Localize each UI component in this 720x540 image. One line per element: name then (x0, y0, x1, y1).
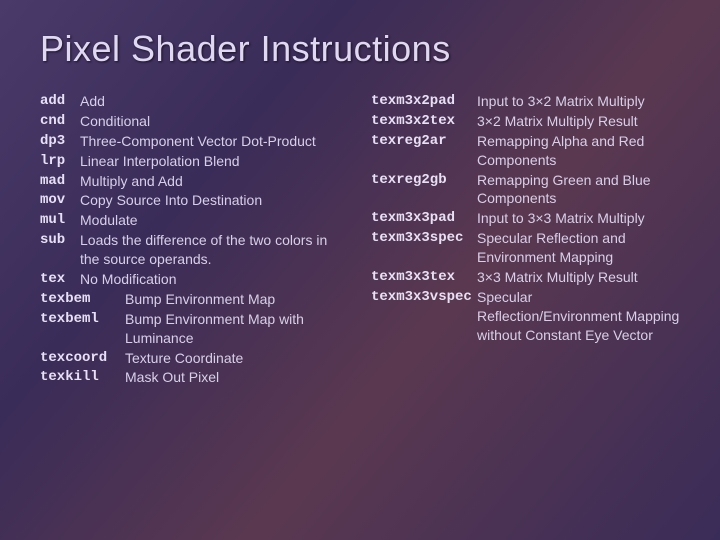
instr-row: texkill Mask Out Pixel (40, 368, 349, 387)
description: Multiply and Add (80, 172, 183, 191)
mnemonic: dp3 (40, 132, 80, 151)
mnemonic: texcoord (40, 349, 125, 368)
instr-row: texm3x3tex 3×3 Matrix Multiply Result (371, 268, 680, 287)
description: Conditional (80, 112, 150, 131)
description: Modulate (80, 211, 138, 230)
mnemonic: texbeml (40, 310, 125, 348)
mnemonic: texm3x2pad (371, 92, 477, 111)
description: Specular Reflection/Environment Mapping … (477, 288, 680, 345)
mnemonic: texm3x2tex (371, 112, 477, 131)
description: Input to 3×2 Matrix Multiply (477, 92, 645, 111)
mnemonic: texreg2gb (371, 171, 477, 209)
description: Linear Interpolation Blend (80, 152, 240, 171)
instr-row: tex No Modification (40, 270, 349, 289)
description: Specular Reflection and Environment Mapp… (477, 229, 680, 267)
instr-row: texreg2ar Remapping Alpha and Red Compon… (371, 132, 680, 170)
description: Copy Source Into Destination (80, 191, 262, 210)
instr-row: texm3x3spec Specular Reflection and Envi… (371, 229, 680, 267)
description: Mask Out Pixel (125, 368, 219, 387)
instr-row: texm3x3vspec Specular Reflection/Environ… (371, 288, 680, 345)
instr-row: sub Loads the difference of the two colo… (40, 231, 349, 269)
instr-row: texm3x2tex 3×2 Matrix Multiply Result (371, 112, 680, 131)
instr-row: texreg2gb Remapping Green and Blue Compo… (371, 171, 680, 209)
mnemonic: texm3x3spec (371, 229, 477, 267)
slide-title: Pixel Shader Instructions (40, 28, 680, 70)
description: Bump Environment Map (125, 290, 275, 309)
mnemonic: texkill (40, 368, 125, 387)
instr-row: mad Multiply and Add (40, 172, 349, 191)
mnemonic: texm3x3tex (371, 268, 477, 287)
instr-row: texbem Bump Environment Map (40, 290, 349, 309)
instr-row: texm3x2pad Input to 3×2 Matrix Multiply (371, 92, 680, 111)
mnemonic: mul (40, 211, 80, 230)
mnemonic: texbem (40, 290, 125, 309)
description: Texture Coordinate (125, 349, 243, 368)
description: Input to 3×3 Matrix Multiply (477, 209, 645, 228)
left-column: add Add cnd Conditional dp3 Three-Compon… (40, 92, 349, 388)
mnemonic: lrp (40, 152, 80, 171)
description: Remapping Alpha and Red Components (477, 132, 680, 170)
mnemonic: texm3x3pad (371, 209, 477, 228)
instr-row: mov Copy Source Into Destination (40, 191, 349, 210)
description: Loads the difference of the two colors i… (80, 231, 349, 269)
mnemonic: texm3x3vspec (371, 288, 477, 345)
instr-row: texcoord Texture Coordinate (40, 349, 349, 368)
columns: add Add cnd Conditional dp3 Three-Compon… (40, 92, 680, 388)
mnemonic: texreg2ar (371, 132, 477, 170)
mnemonic: cnd (40, 112, 80, 131)
description: Bump Environment Map with Luminance (125, 310, 349, 348)
description: Remapping Green and Blue Components (477, 171, 680, 209)
instr-row: lrp Linear Interpolation Blend (40, 152, 349, 171)
instr-row: mul Modulate (40, 211, 349, 230)
description: 3×2 Matrix Multiply Result (477, 112, 638, 131)
instr-row: texbeml Bump Environment Map with Lumina… (40, 310, 349, 348)
instr-row: cnd Conditional (40, 112, 349, 131)
mnemonic: sub (40, 231, 80, 269)
mnemonic: mov (40, 191, 80, 210)
instr-row: texm3x3pad Input to 3×3 Matrix Multiply (371, 209, 680, 228)
mnemonic: add (40, 92, 80, 111)
description: Three-Component Vector Dot-Product (80, 132, 316, 151)
right-column: texm3x2pad Input to 3×2 Matrix Multiply … (371, 92, 680, 388)
slide: Pixel Shader Instructions add Add cnd Co… (0, 0, 720, 540)
instr-row: add Add (40, 92, 349, 111)
mnemonic: tex (40, 270, 80, 289)
instr-row: dp3 Three-Component Vector Dot-Product (40, 132, 349, 151)
mnemonic: mad (40, 172, 80, 191)
description: No Modification (80, 270, 177, 289)
description: Add (80, 92, 105, 111)
description: 3×3 Matrix Multiply Result (477, 268, 638, 287)
